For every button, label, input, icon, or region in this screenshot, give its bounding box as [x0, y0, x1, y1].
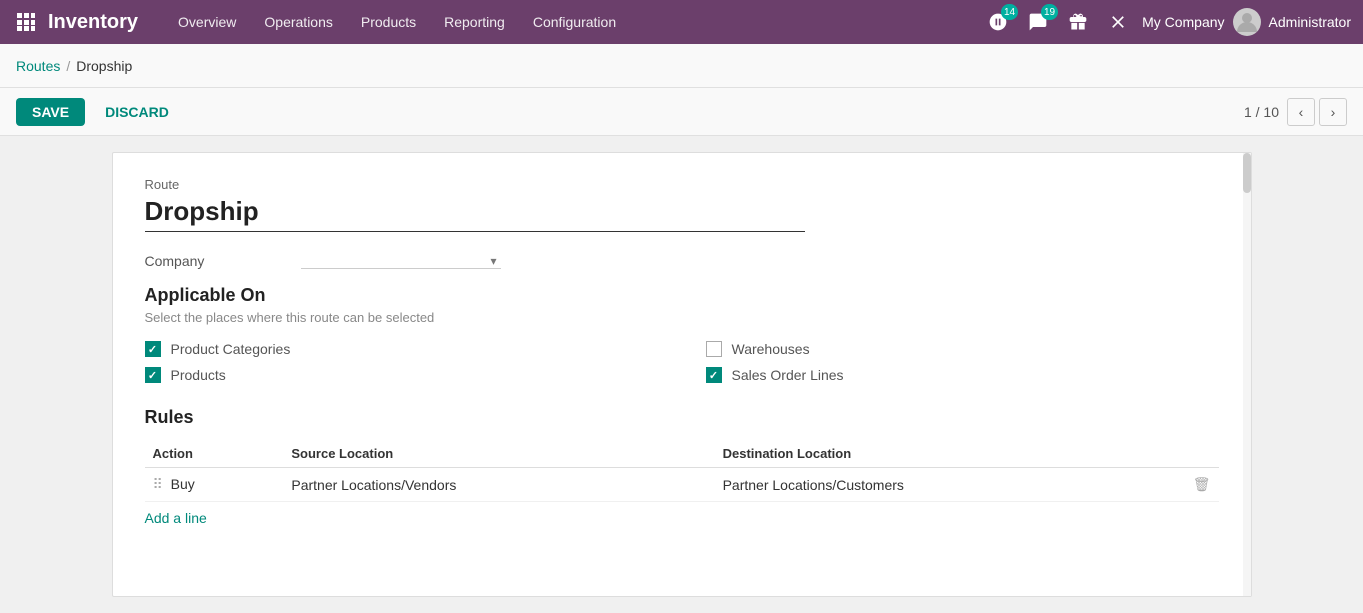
messages-icon-btn[interactable]: 19 [1022, 6, 1054, 38]
scrollbar-track[interactable] [1243, 153, 1251, 596]
rule-delete-cell: 🗑 [1185, 468, 1219, 502]
rules-table: Action Source Location Destination Locat… [145, 440, 1219, 502]
drag-handle-icon[interactable]: ⠿ [153, 476, 163, 492]
company-select-wrapper[interactable] [301, 252, 501, 269]
product-categories-checkbox[interactable] [145, 341, 161, 357]
top-navigation: Inventory Overview Operations Products R… [0, 0, 1363, 44]
app-title: Inventory [48, 11, 138, 34]
route-name-input[interactable] [145, 196, 805, 227]
sales-order-lines-checkbox[interactable] [706, 367, 722, 383]
pager: 1 / 10 ‹ › [1244, 98, 1347, 126]
activity-badge: 14 [1001, 4, 1018, 20]
company-row: Company [145, 252, 1219, 269]
rule-source-cell: Partner Locations/Vendors [283, 468, 714, 502]
user-name[interactable]: Administrator [1269, 14, 1351, 30]
sales-order-lines-label: Sales Order Lines [732, 367, 844, 383]
company-label: Company [145, 253, 285, 269]
delete-rule-icon[interactable]: 🗑 [1193, 476, 1211, 492]
grid-menu-icon[interactable] [12, 8, 40, 36]
warehouses-label: Warehouses [732, 341, 810, 357]
route-name-field [145, 196, 805, 232]
applicable-on-grid: Product Categories Products Warehouses S… [145, 341, 1219, 383]
nav-menu: Overview Operations Products Reporting C… [166, 10, 978, 34]
nav-reporting[interactable]: Reporting [432, 10, 517, 34]
messages-badge: 19 [1041, 4, 1058, 20]
nav-operations[interactable]: Operations [252, 10, 344, 34]
products-row: Products [145, 367, 658, 383]
breadcrumb-separator: / [66, 58, 70, 74]
products-checkbox[interactable] [145, 367, 161, 383]
col-action: Action [145, 440, 284, 468]
user-avatar[interactable] [1233, 8, 1261, 36]
product-categories-row: Product Categories [145, 341, 658, 357]
add-line-button[interactable]: Add a line [145, 510, 207, 526]
nav-products[interactable]: Products [349, 10, 428, 34]
main-content: Route Company Applicable On Select the p… [0, 136, 1363, 613]
rule-source-value: Partner Locations/Vendors [291, 477, 456, 493]
company-select[interactable] [301, 252, 501, 269]
warehouses-row: Warehouses [706, 341, 1219, 357]
col-source-location: Source Location [283, 440, 714, 468]
breadcrumb-parent[interactable]: Routes [16, 58, 60, 74]
action-bar: SAVE DISCARD 1 / 10 ‹ › [0, 88, 1363, 136]
breadcrumb-current: Dropship [76, 58, 132, 74]
discard-button[interactable]: DISCARD [93, 98, 181, 126]
activity-icon-btn[interactable]: 14 [982, 6, 1014, 38]
close-icon-btn[interactable] [1102, 6, 1134, 38]
nav-overview[interactable]: Overview [166, 10, 248, 34]
rules-title: Rules [145, 407, 1219, 428]
rules-table-header: Action Source Location Destination Locat… [145, 440, 1219, 468]
col-destination-location: Destination Location [715, 440, 1185, 468]
warehouses-checkbox[interactable] [706, 341, 722, 357]
breadcrumb: Routes / Dropship [0, 44, 1363, 88]
sales-order-lines-row: Sales Order Lines [706, 367, 1219, 383]
table-row[interactable]: ⠿ Buy Partner Locations/Vendors Partner … [145, 468, 1219, 502]
rule-action-cell: ⠿ Buy [145, 468, 284, 502]
scrollbar-thumb[interactable] [1243, 153, 1251, 193]
pager-next-button[interactable]: › [1319, 98, 1347, 126]
company-value [301, 252, 1219, 269]
gift-icon-btn[interactable] [1062, 6, 1094, 38]
company-name[interactable]: My Company [1142, 14, 1224, 30]
save-button[interactable]: SAVE [16, 98, 85, 126]
rule-action-value: Buy [171, 476, 195, 492]
topnav-right: 14 19 My Company Administrator [982, 6, 1351, 38]
applicable-on-subtitle: Select the places where this route can b… [145, 310, 1219, 325]
products-label: Products [171, 367, 226, 383]
nav-configuration[interactable]: Configuration [521, 10, 628, 34]
rule-destination-value: Partner Locations/Customers [723, 477, 904, 493]
applicable-on-title: Applicable On [145, 285, 1219, 306]
rule-destination-cell: Partner Locations/Customers [715, 468, 1185, 502]
pager-prev-button[interactable]: ‹ [1287, 98, 1315, 126]
form-card: Route Company Applicable On Select the p… [112, 152, 1252, 597]
pager-display: 1 / 10 [1244, 104, 1279, 120]
route-field-label: Route [145, 177, 805, 192]
product-categories-label: Product Categories [171, 341, 291, 357]
